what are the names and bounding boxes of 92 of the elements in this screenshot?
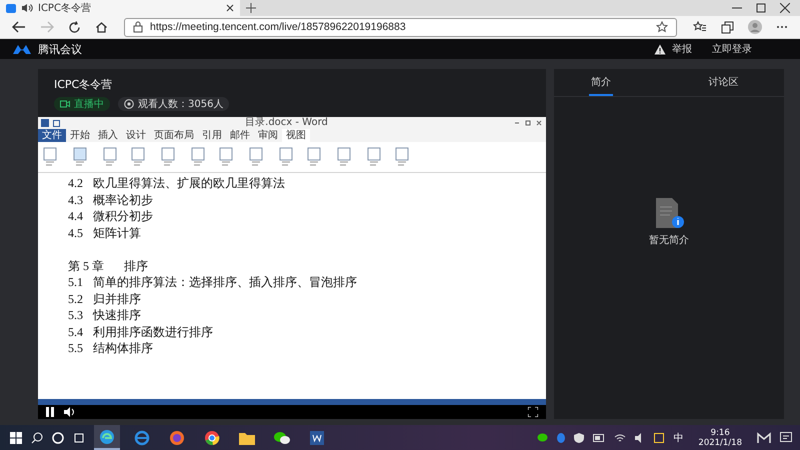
section-title: 微积分初步 xyxy=(93,208,153,224)
section-title: 矩阵计算 xyxy=(93,224,141,241)
section-title: 欧几里得算法、扩展的欧几里得算法 xyxy=(93,175,285,192)
panel-tab[interactable]: 简介 xyxy=(589,69,613,96)
section-number: 5.3 xyxy=(68,307,84,324)
section-title: 简单的排序算法：选择排序、插入排序、冒泡排序 xyxy=(93,274,357,290)
collections-icon[interactable] xyxy=(721,20,734,34)
status-text: 直播中 xyxy=(74,98,104,111)
ribbon-tool-icon[interactable] xyxy=(278,146,294,168)
cortana-icon[interactable] xyxy=(52,432,64,444)
ribbon-tab[interactable]: 邮件 xyxy=(226,129,254,142)
section-title: 排序 xyxy=(124,258,148,274)
ribbon-tool-icon[interactable] xyxy=(218,146,234,168)
speaker-icon xyxy=(21,3,33,13)
ribbon-tool-icon[interactable] xyxy=(366,146,382,168)
favorites-icon[interactable] xyxy=(693,21,707,33)
section-title: 归并排序 xyxy=(93,290,141,307)
viewer-count: 观看人数：3056人 xyxy=(138,98,224,111)
maximize-icon[interactable] xyxy=(756,3,766,13)
url-text: https://meeting.tencent.com/live/185789622019196883 xyxy=(150,21,406,33)
live-title: ICPC冬令营 xyxy=(54,77,114,92)
logo-text: 腾讯会议 xyxy=(38,42,82,56)
section-number: 5.5 xyxy=(68,340,84,356)
ribbon-tab[interactable]: 文件 xyxy=(38,129,66,142)
site-icon xyxy=(6,4,16,12)
report-link[interactable]: 举报 xyxy=(672,42,692,56)
save-icon xyxy=(53,120,60,126)
shield-tray-icon[interactable] xyxy=(574,432,584,442)
volume-icon[interactable] xyxy=(64,407,76,417)
ribbon-tab[interactable]: 引用 xyxy=(198,129,226,142)
document-title: 目录.docx - Word xyxy=(245,117,328,129)
ribbon-tool-icon[interactable] xyxy=(306,146,322,168)
ribbon-tab[interactable]: 插入 xyxy=(94,129,122,142)
document-info-icon xyxy=(654,197,684,229)
eye-icon xyxy=(124,99,134,109)
ribbon-tab[interactable]: 审阅 xyxy=(254,129,282,142)
empty-message: 暂无简介 xyxy=(649,234,689,247)
section-title: 结构体排序 xyxy=(93,340,153,356)
clock-date: 2021/1/18 xyxy=(698,438,742,448)
section-number: 4.4 xyxy=(68,208,84,224)
ribbon-tab[interactable]: 视图 xyxy=(282,129,310,142)
ribbon-tool-icon[interactable] xyxy=(190,146,206,168)
star-icon[interactable] xyxy=(656,21,668,33)
section-number: 第 5 章 xyxy=(68,258,105,274)
pause-icon[interactable] xyxy=(46,407,54,417)
ribbon-tab[interactable]: 页面布局 xyxy=(150,129,198,142)
browser-tab[interactable]: ICPC冬令营 xyxy=(0,0,240,16)
section-number: 5.2 xyxy=(68,290,84,307)
more-icon[interactable] xyxy=(776,25,788,29)
ribbon-tab[interactable]: 开始 xyxy=(66,129,94,142)
login-link[interactable]: 立即登录 xyxy=(712,42,752,56)
refresh-icon[interactable] xyxy=(68,20,81,34)
input-method-icon[interactable] xyxy=(654,432,664,442)
section-number: 4.5 xyxy=(68,224,84,241)
new-tab-icon[interactable] xyxy=(246,3,256,13)
search-icon[interactable] xyxy=(31,432,43,444)
fullscreen-icon[interactable] xyxy=(528,407,538,417)
task-view-icon[interactable] xyxy=(73,432,85,444)
close-icon[interactable] xyxy=(780,3,790,13)
ribbon-tool-icon[interactable] xyxy=(130,146,146,168)
section-number: 5.1 xyxy=(68,274,84,290)
browser-taskbar-icon[interactable] xyxy=(94,425,120,450)
logo-icon xyxy=(12,43,32,55)
section-number: 5.4 xyxy=(68,324,84,340)
avatar-icon[interactable] xyxy=(748,20,762,34)
home-icon[interactable] xyxy=(95,20,108,34)
battery-icon[interactable] xyxy=(593,434,606,442)
windows-icon[interactable] xyxy=(10,432,22,444)
section-title: 利用排序函数进行排序 xyxy=(93,324,213,340)
address-field[interactable]: https://meeting.tencent.com/live/185789622019196883 xyxy=(124,18,677,36)
section-title: 快速排序 xyxy=(93,307,141,324)
tab-title: ICPC冬令营 xyxy=(38,2,92,15)
lock-icon xyxy=(133,21,143,33)
camera-icon xyxy=(60,100,70,108)
ribbon-tab[interactable]: 设计 xyxy=(122,129,150,142)
window-controls-icon xyxy=(513,120,544,126)
ribbon-tool-icon[interactable] xyxy=(394,146,410,168)
ribbon-tool-icon[interactable] xyxy=(42,146,58,168)
panel-tab[interactable]: 讨论区 xyxy=(663,69,784,96)
section-number: 4.2 xyxy=(68,175,84,192)
section-number: 4.3 xyxy=(68,192,84,208)
section-title: 概率论初步 xyxy=(93,192,153,208)
clock[interactable]: 9:16 2021/1/18 xyxy=(698,428,742,448)
wifi-icon[interactable] xyxy=(614,432,626,442)
word-icon xyxy=(41,119,49,127)
ribbon-tool-icon[interactable] xyxy=(102,146,118,168)
back-icon[interactable] xyxy=(12,21,26,33)
close-icon[interactable] xyxy=(226,4,234,12)
notifications-icon[interactable] xyxy=(780,432,792,444)
input-language[interactable]: 中 xyxy=(673,430,684,444)
clock-time: 9:16 xyxy=(710,428,730,438)
warning-icon xyxy=(654,44,666,54)
